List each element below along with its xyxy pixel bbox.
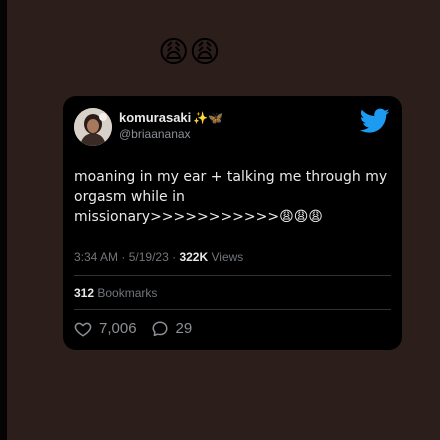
tweet-card[interactable]: komurasaki ✨🦋 @briaananax moaning in my …	[63, 96, 402, 350]
like-button[interactable]: 7,006	[74, 320, 137, 338]
heart-icon	[74, 322, 92, 337]
avatar-photo	[74, 108, 112, 146]
bookmarks-count: 312	[74, 286, 95, 300]
tweet-meta: 3:34 AM · 5/19/23 · 322K Views	[74, 250, 243, 264]
divider	[74, 309, 391, 310]
left-edge-strip	[0, 0, 7, 440]
tweet-time[interactable]: 3:34 AM	[74, 250, 118, 264]
speech-bubble-icon	[152, 321, 168, 337]
reaction-emoji: 😩😩	[158, 35, 221, 70]
views-label: Views	[211, 250, 244, 264]
user-handle[interactable]: @briaananax	[119, 127, 191, 142]
reply-count: 29	[175, 320, 193, 337]
divider	[74, 275, 391, 276]
like-count: 7,006	[99, 320, 137, 337]
bookmarks-stat[interactable]: 312 Bookmarks	[74, 286, 157, 300]
display-name-row[interactable]: komurasaki ✨🦋	[119, 110, 223, 126]
bookmarks-label: Bookmarks	[97, 286, 158, 300]
views-count: 322K	[179, 250, 209, 264]
twitter-bird-icon	[360, 108, 390, 133]
display-name[interactable]: komurasaki	[119, 110, 191, 126]
reply-button[interactable]: 29	[151, 320, 193, 338]
action-bar: 7,006 29	[74, 320, 206, 338]
tweet-text: moaning in my ear + talking me through m…	[74, 169, 388, 225]
name-emoji: ✨🦋	[193, 111, 224, 125]
avatar[interactable]	[74, 108, 112, 146]
tweet-date[interactable]: 5/19/23	[129, 250, 169, 264]
meta-separator: ·	[121, 250, 129, 264]
